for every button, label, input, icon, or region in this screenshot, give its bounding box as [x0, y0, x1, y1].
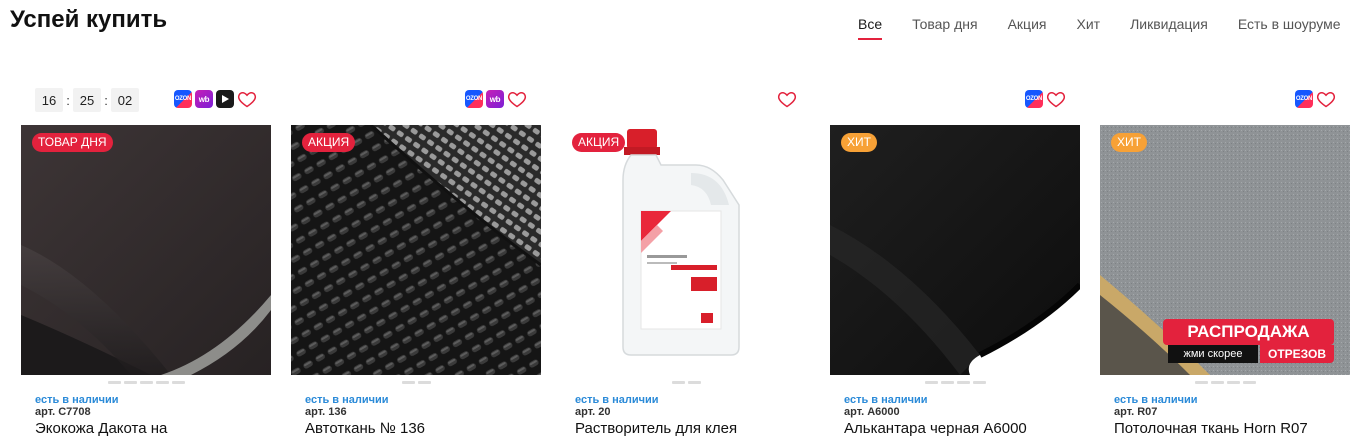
tab-product-of-day[interactable]: Товар дня	[912, 16, 977, 38]
product-image[interactable]: АКЦИЯ	[561, 125, 811, 375]
ozon-icon[interactable]: OZON	[1025, 90, 1043, 108]
product-card[interactable]: OZON ХИТ есть в наличии арт. A6000 Алька…	[830, 88, 1080, 441]
product-badge: ХИТ	[1111, 133, 1147, 152]
product-image[interactable]: ТОВАР ДНЯ	[21, 125, 271, 375]
article-number: арт. R07	[1114, 406, 1158, 418]
image-pagination[interactable]	[1100, 381, 1350, 384]
stock-status: есть в наличии	[844, 394, 928, 406]
heart-icon[interactable]	[237, 89, 257, 109]
article-number: арт. C7708	[35, 406, 91, 418]
product-badge: АКЦИЯ	[302, 133, 356, 152]
sale-banner: РАСПРОДАЖА жми скорее ОТРЕЗОВ	[1162, 319, 1334, 365]
product-card[interactable]: 16 : 25 : 02 OZON wb ТОВАР ДНЯ есть в на…	[21, 88, 271, 441]
wb-icon[interactable]: wb	[486, 90, 504, 108]
timer-separator: :	[104, 92, 108, 108]
timer-minutes: 25	[73, 88, 101, 112]
product-image[interactable]: ХИТ РАСПРОДАЖА жми скорее ОТРЕЗОВ	[1100, 125, 1350, 375]
tab-showroom[interactable]: Есть в шоуруме	[1238, 16, 1341, 38]
wb-icon[interactable]: wb	[195, 90, 213, 108]
product-image[interactable]: АКЦИЯ	[291, 125, 541, 375]
timer-separator: :	[66, 92, 70, 108]
image-pagination[interactable]	[561, 381, 811, 384]
page-title: Успей купить	[10, 6, 168, 33]
image-pagination[interactable]	[291, 381, 541, 384]
ozon-icon[interactable]: OZON	[174, 90, 192, 108]
sale-banner-title: РАСПРОДАЖА	[1163, 319, 1334, 345]
article-number: арт. 136	[305, 406, 347, 418]
timer-seconds: 02	[111, 88, 139, 112]
sale-banner-subtitle: ОТРЕЗОВ	[1260, 345, 1334, 363]
product-name[interactable]: Экокожа Дакота на	[35, 420, 167, 437]
filter-tabs: Все Товар дня Акция Хит Ликвидация Есть …	[858, 16, 1341, 40]
product-card[interactable]: АКЦИЯ есть в наличии арт. 20 Растворител…	[561, 88, 811, 441]
stock-status: есть в наличии	[1114, 394, 1198, 406]
ozon-icon[interactable]: OZON	[1295, 90, 1313, 108]
product-badge: АКЦИЯ	[572, 133, 626, 152]
video-icon[interactable]	[216, 90, 234, 108]
image-pagination[interactable]	[830, 381, 1080, 384]
product-name[interactable]: Растворитель для клея	[575, 420, 737, 437]
tab-liquidation[interactable]: Ликвидация	[1130, 16, 1208, 38]
heart-icon[interactable]	[1316, 89, 1336, 109]
countdown-timer: 16 : 25 : 02	[35, 88, 139, 112]
stock-status: есть в наличии	[575, 394, 659, 406]
product-card[interactable]: OZON ХИТ РАСПРОДАЖА жми скорее ОТРЕЗОВ е…	[1100, 88, 1350, 441]
heart-icon[interactable]	[777, 89, 797, 109]
ozon-icon[interactable]: OZON	[465, 90, 483, 108]
article-number: арт. 20	[575, 406, 611, 418]
product-name[interactable]: Алькантара черная A6000	[844, 420, 1027, 437]
stock-status: есть в наличии	[35, 394, 119, 406]
product-name[interactable]: Автоткань № 136	[305, 420, 425, 437]
product-name[interactable]: Потолочная ткань Horn R07	[1114, 420, 1308, 437]
article-number: арт. A6000	[844, 406, 900, 418]
image-pagination[interactable]	[21, 381, 271, 384]
sale-banner-cta: жми скорее	[1168, 345, 1258, 363]
timer-hours: 16	[35, 88, 63, 112]
product-card[interactable]: OZON wb АКЦИЯ есть в наличии арт. 136 Ав…	[291, 88, 541, 441]
tab-promo[interactable]: Акция	[1008, 16, 1047, 38]
product-badge: ХИТ	[841, 133, 877, 152]
heart-icon[interactable]	[1046, 89, 1066, 109]
heart-icon[interactable]	[507, 89, 527, 109]
product-badge: ТОВАР ДНЯ	[32, 133, 113, 152]
tab-all[interactable]: Все	[858, 16, 883, 40]
tab-hit[interactable]: Хит	[1076, 16, 1100, 38]
stock-status: есть в наличии	[305, 394, 389, 406]
product-image[interactable]: ХИТ	[830, 125, 1080, 375]
